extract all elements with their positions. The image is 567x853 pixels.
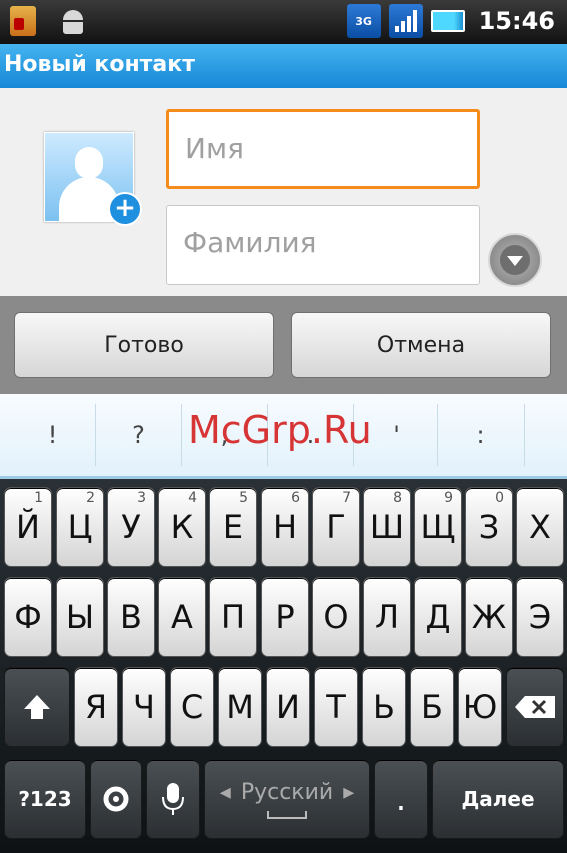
key-п[interactable]: П (209, 577, 257, 657)
key-д[interactable]: Д (414, 577, 462, 657)
key-к[interactable]: К4 (158, 487, 206, 567)
key-р[interactable]: Р (261, 577, 309, 657)
key-ч[interactable]: Ч (122, 667, 166, 747)
contact-photo-button[interactable]: + (44, 132, 142, 226)
key-ш[interactable]: Ш8 (363, 487, 411, 567)
key-б[interactable]: Б (410, 667, 454, 747)
key-ь[interactable]: Ь (362, 667, 406, 747)
first-name-placeholder: Имя (185, 132, 244, 165)
key-и[interactable]: И (266, 667, 310, 747)
key-й[interactable]: Й1 (4, 487, 52, 567)
key-щ[interactable]: Щ9 (414, 487, 462, 567)
shift-key[interactable] (4, 667, 70, 747)
suggestion-item[interactable]: : (438, 394, 523, 476)
key-н[interactable]: Н6 (261, 487, 309, 567)
watermark: McGrp.Ru (188, 408, 372, 452)
key-э[interactable]: Э (516, 577, 564, 657)
space-bar-icon (267, 810, 307, 819)
voice-input-key[interactable] (146, 759, 200, 839)
contact-form: + Имя Фамилия (0, 88, 567, 296)
space-key[interactable]: ◂ Русский ▸ (204, 759, 370, 839)
signal-icon (388, 4, 423, 38)
backspace-key[interactable] (506, 667, 564, 747)
last-name-placeholder: Фамилия (183, 226, 317, 259)
key-в[interactable]: В (107, 577, 155, 657)
key-г[interactable]: Г7 (312, 487, 360, 567)
key-ж[interactable]: Ж (465, 577, 513, 657)
next-key[interactable]: Далее (432, 759, 564, 839)
microphone-icon (162, 783, 184, 815)
key-с[interactable]: С (170, 667, 214, 747)
keyboard: Й1 Ц2 У3 К4 Е5 Н6 Г7 Ш8 Щ9 З0 Х Ф Ы В А … (0, 479, 567, 853)
suggestion-item[interactable]: ! (10, 394, 95, 476)
cancel-button[interactable]: Отмена (291, 312, 551, 378)
key-ф[interactable]: Ф (4, 577, 52, 657)
clock: 15:46 (478, 7, 555, 35)
battery-icon (430, 10, 465, 32)
last-name-field[interactable]: Фамилия (166, 205, 480, 285)
done-button[interactable]: Готово (14, 312, 274, 378)
chevron-left-icon: ◂ (219, 779, 231, 805)
android-debug-icon (58, 6, 88, 36)
key-о[interactable]: О (312, 577, 360, 657)
symbols-key[interactable]: ?123 (4, 759, 86, 839)
key-м[interactable]: М (218, 667, 262, 747)
page-title: Новый контакт (4, 52, 195, 77)
key-л[interactable]: Л (363, 577, 411, 657)
network-3g-icon: 3G (346, 4, 381, 38)
period-key[interactable]: . (374, 759, 428, 839)
status-bar: 3G 15:46 (0, 0, 567, 44)
key-х[interactable]: Х (516, 487, 564, 567)
action-bar: Готово Отмена (0, 296, 567, 394)
key-ы[interactable]: Ы (56, 577, 104, 657)
key-е[interactable]: Е5 (209, 487, 257, 567)
key-т[interactable]: Т (314, 667, 358, 747)
key-ю[interactable]: Ю (458, 667, 502, 747)
suggestion-item[interactable]: ? (96, 394, 181, 476)
first-name-field[interactable]: Имя (166, 109, 480, 189)
expand-name-button[interactable] (488, 233, 542, 287)
key-а[interactable]: А (158, 577, 206, 657)
gear-icon (103, 786, 129, 812)
language-label: Русский (240, 779, 334, 805)
sim-card-icon (10, 6, 36, 36)
key-у[interactable]: У3 (107, 487, 155, 567)
chevron-down-icon (500, 245, 530, 275)
key-ц[interactable]: Ц2 (56, 487, 104, 567)
shift-arrow-icon (24, 695, 50, 719)
chevron-right-icon: ▸ (343, 779, 355, 805)
add-photo-icon: + (108, 192, 142, 226)
key-я[interactable]: Я (74, 667, 118, 747)
settings-key[interactable] (90, 759, 142, 839)
key-з[interactable]: З0 (465, 487, 513, 567)
backspace-icon (515, 696, 555, 718)
title-bar: Новый контакт (0, 44, 567, 88)
